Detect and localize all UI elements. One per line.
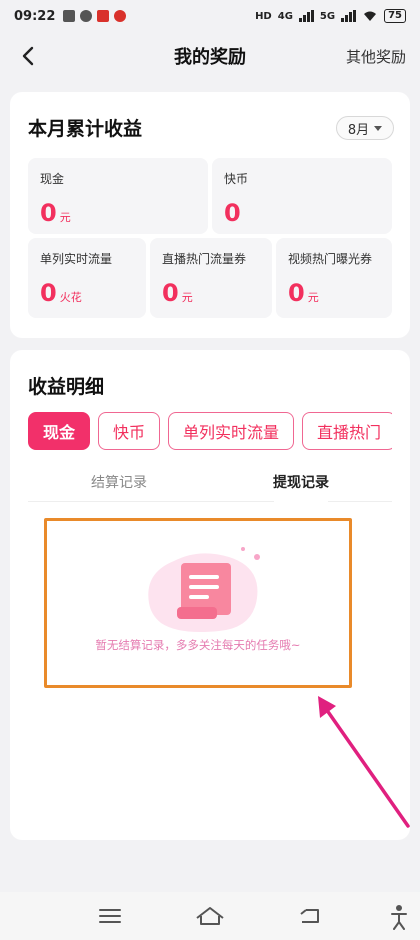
back-nav-button[interactable]: [294, 902, 326, 930]
network-4g-label: 4G: [277, 10, 293, 22]
status-right: HD 4G 5G 75: [255, 9, 406, 23]
filter-chip-traffic[interactable]: 单列实时流量: [168, 412, 295, 450]
accessibility-icon[interactable]: [390, 904, 408, 930]
other-rewards-link[interactable]: 其他奖励: [346, 46, 406, 67]
traffic-tile[interactable]: 单列实时流量 0 火花: [28, 238, 146, 318]
tile-value: 0: [40, 279, 57, 307]
cash-tile[interactable]: 现金 0 元: [28, 158, 208, 234]
record-tabs: 结算记录 提现记录: [28, 468, 392, 502]
nav-bar: 我的奖励 其他奖励: [0, 32, 420, 80]
tile-unit: 元: [181, 291, 193, 304]
details-title: 收益明细: [28, 376, 105, 398]
back-icon: [300, 909, 319, 923]
home-button[interactable]: [194, 902, 226, 930]
earnings-title: 本月累计收益: [28, 118, 143, 140]
caret-down-icon: [374, 125, 383, 131]
wifi-icon: [364, 11, 377, 21]
menu-button[interactable]: [94, 902, 126, 930]
earnings-details-card: 收益明细 现金 快币 单列实时流量 直播热门 结算记录 提现记录 暂无结算记录，…: [10, 350, 410, 840]
tile-label: 现金: [40, 172, 65, 186]
monthly-earnings-card: 本月累计收益 8月 现金 0 元 快币 0 单列实时流量 0 火花 直播热门流量…: [10, 92, 410, 338]
hd-badge: HD: [255, 10, 272, 22]
video-coupon-tile[interactable]: 视频热门曝光券 0 元: [276, 238, 392, 318]
tile-value: 0: [40, 199, 57, 227]
tile-label: 直播热门流量券: [162, 252, 247, 266]
empty-state-text: 暂无结算记录，多多关注每天的任务哦~: [95, 638, 301, 652]
live-coupon-tile[interactable]: 直播热门流量券 0 元: [150, 238, 272, 318]
home-icon: [196, 907, 224, 925]
tab-settlement-records[interactable]: 结算记录: [28, 468, 210, 501]
month-selector[interactable]: 8月: [336, 116, 394, 140]
filter-chip-cash[interactable]: 现金: [28, 412, 91, 450]
status-bar: 09:22 HD 4G 5G 75: [0, 0, 420, 32]
app-notification-icon: [63, 10, 76, 22]
tile-value: 0: [224, 199, 241, 227]
back-button[interactable]: [16, 44, 40, 68]
battery-indicator: 75: [384, 9, 406, 23]
signal-icon: [298, 10, 314, 22]
tile-unit: 元: [307, 291, 319, 304]
tile-unit: 火花: [59, 291, 82, 304]
month-value: 8月: [347, 122, 370, 138]
menu-icon: [99, 909, 121, 923]
tile-value: 0: [162, 279, 179, 307]
network-5g-label: 5G: [319, 10, 336, 22]
tile-label: 快币: [224, 172, 249, 186]
tab-withdrawal-records[interactable]: 提现记录: [210, 468, 392, 502]
empty-state-highlight: 暂无结算记录，多多关注每天的任务哦~: [44, 518, 352, 688]
notification-icons: [63, 10, 127, 22]
page-title: 我的奖励: [174, 47, 246, 68]
coin-tile[interactable]: 快币 0: [212, 158, 392, 234]
tile-unit: 元: [59, 211, 71, 224]
tile-label: 视频热门曝光券: [288, 252, 373, 266]
status-time: 09:22: [14, 8, 56, 24]
weibo-icon: [114, 10, 127, 22]
filter-chip-live[interactable]: 直播热门: [302, 412, 392, 450]
empty-scroll-icon: [148, 547, 260, 632]
tile-label: 单列实时流量: [40, 252, 113, 266]
filter-chip-coin[interactable]: 快币: [98, 412, 161, 450]
system-nav-bar: [0, 892, 420, 940]
chevron-left-icon: [22, 46, 34, 66]
app-notification-icon: [80, 10, 93, 22]
filter-chips: 现金 快币 单列实时流量 直播热门: [28, 412, 392, 454]
signal-icon: [341, 10, 357, 22]
tile-value: 0: [288, 279, 305, 307]
app-notification-icon: [97, 10, 110, 22]
